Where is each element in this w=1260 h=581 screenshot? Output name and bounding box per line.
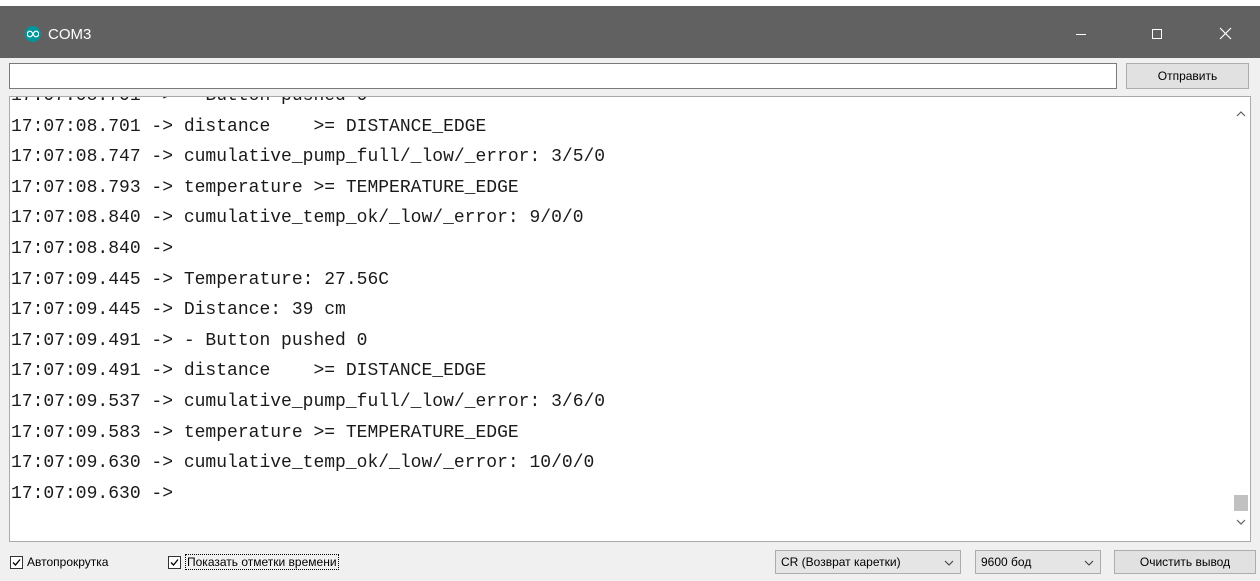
output-line: 17:07:09.445 -> Distance: 39 cm bbox=[11, 300, 346, 321]
output-line: 17:07:09.445 -> Temperature: 27.56C bbox=[11, 269, 390, 290]
send-input[interactable] bbox=[9, 63, 1117, 89]
chevron-down-icon bbox=[1084, 557, 1094, 571]
output-line: 17:07:09.630 -> bbox=[11, 483, 184, 504]
output-line: 17:07:09.491 -> distance >= DISTANCE_EDG… bbox=[11, 361, 487, 382]
serial-output[interactable]: 17:07:08.701 -> - Button pushed 0 17:07:… bbox=[9, 96, 1251, 542]
line-ending-value: CR (Возврат каретки) bbox=[781, 555, 901, 569]
output-lines: 17:07:08.701 -> - Button pushed 0 17:07:… bbox=[10, 96, 1225, 509]
show-timestamps-checkbox[interactable]: Показать отметки времени bbox=[168, 554, 339, 570]
bottom-bar: Автопрокрутка Показать отметки времени C… bbox=[0, 542, 1260, 581]
baud-rate-select[interactable]: 9600 бод bbox=[975, 550, 1101, 574]
checkbox-checked-icon bbox=[168, 555, 181, 569]
baud-rate-value: 9600 бод bbox=[981, 555, 1032, 569]
scroll-up-icon[interactable] bbox=[1232, 105, 1250, 123]
send-button[interactable]: Отправить bbox=[1126, 63, 1249, 89]
output-line: 17:07:08.701 -> distance >= DISTANCE_EDG… bbox=[11, 116, 487, 137]
serial-monitor-window: COM3 Отправить 17:07:08.701 -> - Button … bbox=[0, 0, 1260, 581]
line-ending-select[interactable]: CR (Возврат каретки) bbox=[775, 550, 961, 574]
chevron-down-icon bbox=[944, 557, 954, 571]
output-line: 17:07:08.747 -> cumulative_pump_full/_lo… bbox=[11, 147, 606, 168]
scroll-down-icon[interactable] bbox=[1232, 513, 1250, 531]
maximize-button[interactable] bbox=[1128, 14, 1186, 58]
send-row: Отправить bbox=[0, 58, 1260, 96]
output-line: 17:07:09.630 -> cumulative_temp_ok/_low/… bbox=[11, 453, 595, 474]
window-title: COM3 bbox=[48, 26, 92, 43]
checkbox-checked-icon bbox=[10, 555, 23, 569]
output-line: 17:07:08.793 -> temperature >= TEMPERATU… bbox=[11, 177, 519, 198]
vertical-scrollbar[interactable] bbox=[1232, 97, 1250, 541]
output-line: 17:07:08.840 -> bbox=[11, 238, 184, 259]
clear-output-button[interactable]: Очистить вывод bbox=[1114, 550, 1256, 574]
output-line: 17:07:09.491 -> - Button pushed 0 bbox=[11, 330, 368, 351]
autoscroll-label: Автопрокрутка bbox=[27, 555, 109, 569]
output-line: 17:07:09.583 -> temperature >= TEMPERATU… bbox=[11, 422, 519, 443]
maximize-icon bbox=[1151, 27, 1163, 45]
close-icon bbox=[1219, 27, 1232, 45]
minimize-icon bbox=[1075, 27, 1087, 45]
output-line: 17:07:08.840 -> cumulative_temp_ok/_low/… bbox=[11, 208, 584, 229]
minimize-button[interactable] bbox=[1052, 14, 1110, 58]
autoscroll-checkbox[interactable]: Автопрокрутка bbox=[10, 554, 108, 570]
output-line: 17:07:08.701 -> - Button pushed 0 bbox=[11, 96, 368, 106]
scrollbar-thumb[interactable] bbox=[1234, 495, 1248, 511]
arduino-infinity-icon bbox=[25, 26, 41, 42]
output-line: 17:07:09.537 -> cumulative_pump_full/_lo… bbox=[11, 391, 606, 412]
close-button[interactable] bbox=[1196, 14, 1254, 58]
title-bar[interactable]: COM3 bbox=[0, 0, 1260, 58]
show-timestamps-label: Показать отметки времени bbox=[185, 554, 339, 570]
title-bar-top-strip bbox=[0, 0, 1260, 6]
